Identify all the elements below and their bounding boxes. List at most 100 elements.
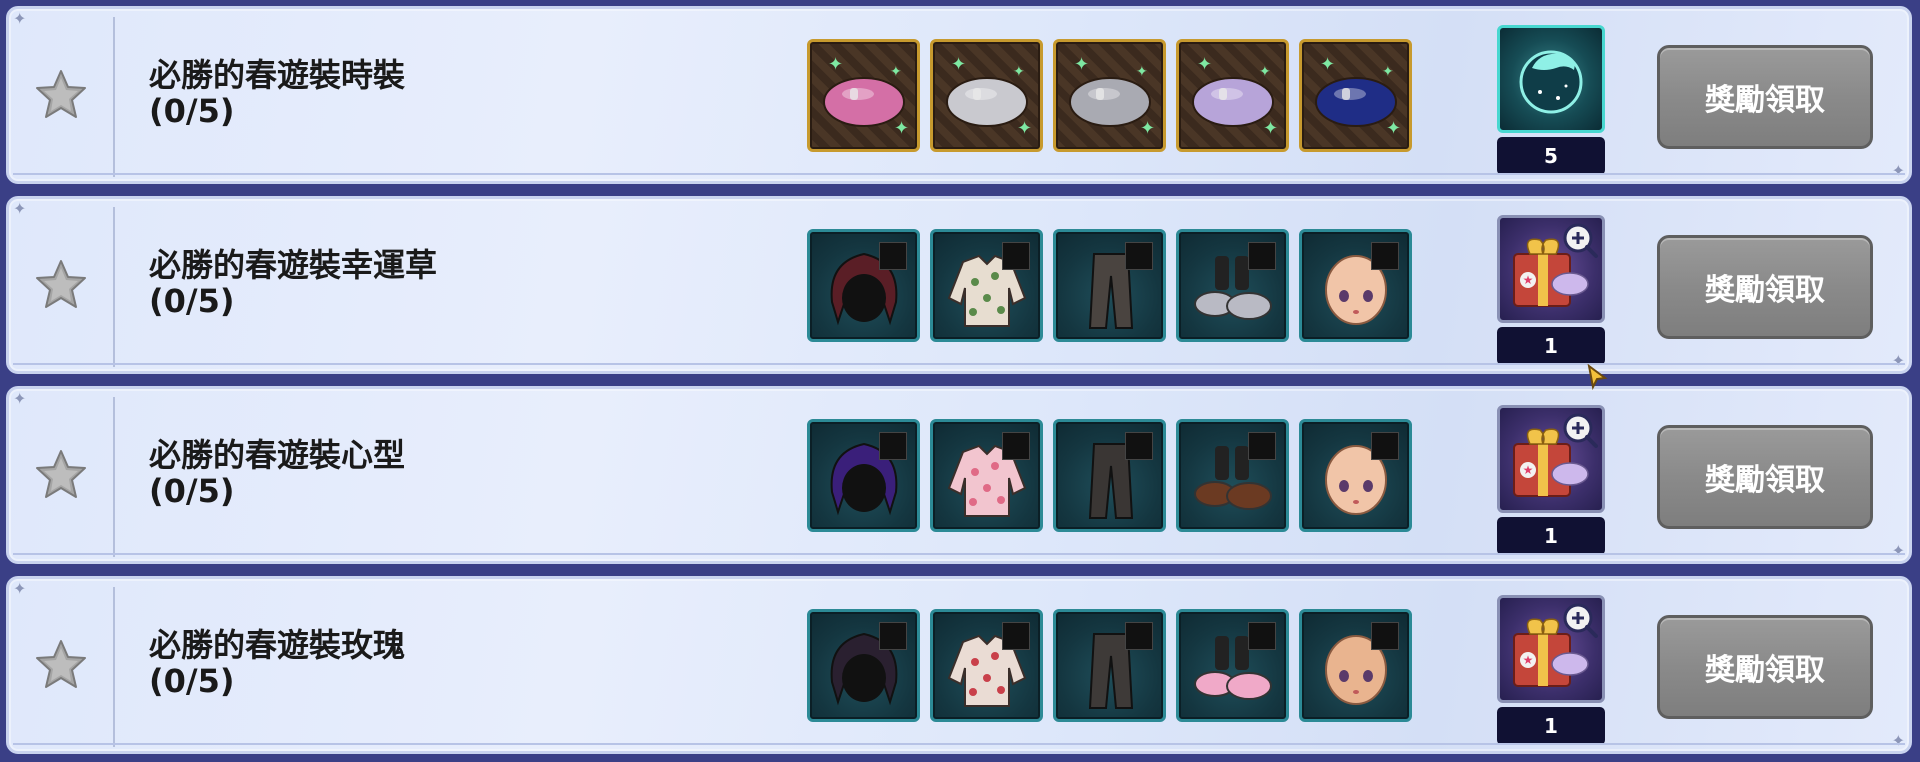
unowned-mark-icon: [1371, 622, 1399, 650]
svg-text:✦: ✦: [1197, 54, 1212, 75]
svg-text:✦: ✦: [1136, 64, 1148, 80]
item-slot[interactable]: [930, 609, 1043, 722]
svg-text:✦: ✦: [1140, 118, 1155, 139]
unowned-mark-icon: [1002, 622, 1030, 650]
star-icon: [31, 445, 91, 509]
item-slot[interactable]: [1176, 609, 1289, 722]
reward-slot[interactable]: 5: [1497, 25, 1605, 175]
reward-list: ✦ ✦ 必勝的春遊裝時裝 (0/5) ✦ ✦ ✦ ✦ ✦ ✦ ✦ ✦ ✦ ✦ ✦ ✦ ✦ ✦ ✦ 5 獎勵領取 ✦ ✦ 必勝的…: [0, 0, 1920, 762]
unowned-mark-icon: [1125, 242, 1153, 270]
svg-text:✦: ✦: [894, 118, 909, 139]
achievement-row: ✦ ✦ 必勝的春遊裝心型 (0/5) ★ 1 獎勵領取: [6, 386, 1912, 564]
item-slot[interactable]: [1053, 609, 1166, 722]
unowned-mark-icon: [1125, 432, 1153, 460]
svg-text:✦: ✦: [890, 64, 902, 80]
item-slot[interactable]: ✦ ✦ ✦: [1299, 39, 1412, 152]
star-cell: [9, 587, 115, 747]
claim-reward-button[interactable]: 獎勵領取: [1657, 615, 1873, 719]
moon-dragon-icon: [1500, 50, 1602, 130]
unowned-mark-icon: [1248, 622, 1276, 650]
gift-box-icon: ★: [1500, 223, 1602, 320]
reward-box[interactable]: ★: [1497, 405, 1605, 513]
unowned-mark-icon: [1125, 622, 1153, 650]
item-slot[interactable]: [1299, 419, 1412, 532]
achievement-title: 必勝的春遊裝心型: [149, 436, 406, 474]
item-slot[interactable]: ✦ ✦ ✦: [930, 39, 1043, 152]
claim-reward-button[interactable]: 獎勵領取: [1657, 235, 1873, 339]
unowned-mark-icon: [1002, 242, 1030, 270]
unowned-mark-icon: [1248, 242, 1276, 270]
claim-reward-button[interactable]: 獎勵領取: [1657, 45, 1873, 149]
reward-slot[interactable]: ★ 1: [1497, 405, 1605, 555]
item-slot[interactable]: [930, 419, 1043, 532]
unowned-mark-icon: [879, 242, 907, 270]
reward-box[interactable]: ★: [1497, 215, 1605, 323]
svg-text:✦: ✦: [1386, 118, 1401, 139]
item-slot[interactable]: [1053, 419, 1166, 532]
reward-box[interactable]: ★: [1497, 595, 1605, 703]
corner-ornament-icon: ✦: [1891, 161, 1905, 180]
unowned-mark-icon: [879, 432, 907, 460]
achievement-progress: (0/5): [149, 92, 235, 130]
item-slots: ✦ ✦ ✦ ✦ ✦ ✦ ✦ ✦ ✦ ✦ ✦ ✦ ✦ ✦ ✦: [807, 39, 1412, 152]
achievement-title: 必勝的春遊裝幸運草: [149, 246, 438, 284]
achievement-progress: (0/5): [149, 662, 235, 700]
item-slot[interactable]: [1299, 609, 1412, 722]
achievement-row: ✦ ✦ 必勝的春遊裝幸運草 (0/5) ★ 1 獎勵領取: [6, 196, 1912, 374]
item-slots: [807, 419, 1412, 532]
item-slot[interactable]: ✦ ✦ ✦: [1176, 39, 1289, 152]
unowned-mark-icon: [1002, 432, 1030, 460]
item-slot[interactable]: [1299, 229, 1412, 342]
item-slot[interactable]: ✦ ✦ ✦: [807, 39, 920, 152]
star-cell: [9, 17, 115, 177]
svg-text:✦: ✦: [828, 54, 843, 75]
reward-quantity: 1: [1497, 517, 1605, 555]
claim-reward-button[interactable]: 獎勵領取: [1657, 425, 1873, 529]
item-slot[interactable]: [930, 229, 1043, 342]
reward-slot[interactable]: ★ 1: [1497, 215, 1605, 365]
gift-box-icon: ★: [1500, 413, 1602, 510]
corner-ornament-icon: ✦: [1891, 731, 1905, 750]
item-slots: [807, 229, 1412, 342]
unowned-mark-icon: [1248, 432, 1276, 460]
svg-text:★: ★: [1523, 273, 1534, 287]
unowned-mark-icon: [1371, 242, 1399, 270]
item-slot[interactable]: ✦ ✦ ✦: [1053, 39, 1166, 152]
achievement-row: ✦ ✦ 必勝的春遊裝時裝 (0/5) ✦ ✦ ✦ ✦ ✦ ✦ ✦ ✦ ✦ ✦ ✦ ✦ ✦ ✦ ✦ 5 獎勵領取: [6, 6, 1912, 184]
unowned-mark-icon: [879, 622, 907, 650]
pointer-cursor-icon: [1587, 363, 1609, 394]
corner-ornament-icon: ✦: [1891, 541, 1905, 560]
item-slot[interactable]: [1176, 419, 1289, 532]
star-icon: [31, 635, 91, 699]
reward-quantity: 1: [1497, 327, 1605, 365]
achievement-progress: (0/5): [149, 472, 235, 510]
item-slot[interactable]: [1176, 229, 1289, 342]
item-slot[interactable]: [807, 229, 920, 342]
achievement-title: 必勝的春遊裝時裝: [149, 56, 406, 94]
star-icon: [31, 255, 91, 319]
svg-text:★: ★: [1523, 463, 1534, 477]
item-slot[interactable]: [807, 609, 920, 722]
item-slot[interactable]: [807, 419, 920, 532]
star-icon: [31, 65, 91, 129]
item-slots: [807, 609, 1412, 722]
reward-slot[interactable]: ★ 1: [1497, 595, 1605, 745]
svg-text:✦: ✦: [1382, 64, 1394, 80]
reward-quantity: 1: [1497, 707, 1605, 745]
star-cell: [9, 207, 115, 367]
item-slot[interactable]: [1053, 229, 1166, 342]
achievement-progress: (0/5): [149, 282, 235, 320]
svg-text:★: ★: [1523, 653, 1534, 667]
svg-text:✦: ✦: [1013, 64, 1025, 80]
unowned-mark-icon: [1371, 432, 1399, 460]
gift-box-icon: ★: [1500, 603, 1602, 700]
achievement-row: ✦ ✦ 必勝的春遊裝玫瑰 (0/5) ★ 1 獎勵領取: [6, 576, 1912, 754]
star-cell: [9, 397, 115, 557]
achievement-title: 必勝的春遊裝玫瑰: [149, 626, 406, 664]
reward-box[interactable]: [1497, 25, 1605, 133]
reward-quantity: 5: [1497, 137, 1605, 175]
svg-text:✦: ✦: [1263, 118, 1278, 139]
svg-text:✦: ✦: [1017, 118, 1032, 139]
svg-text:✦: ✦: [1074, 54, 1089, 75]
svg-text:✦: ✦: [1320, 54, 1335, 75]
